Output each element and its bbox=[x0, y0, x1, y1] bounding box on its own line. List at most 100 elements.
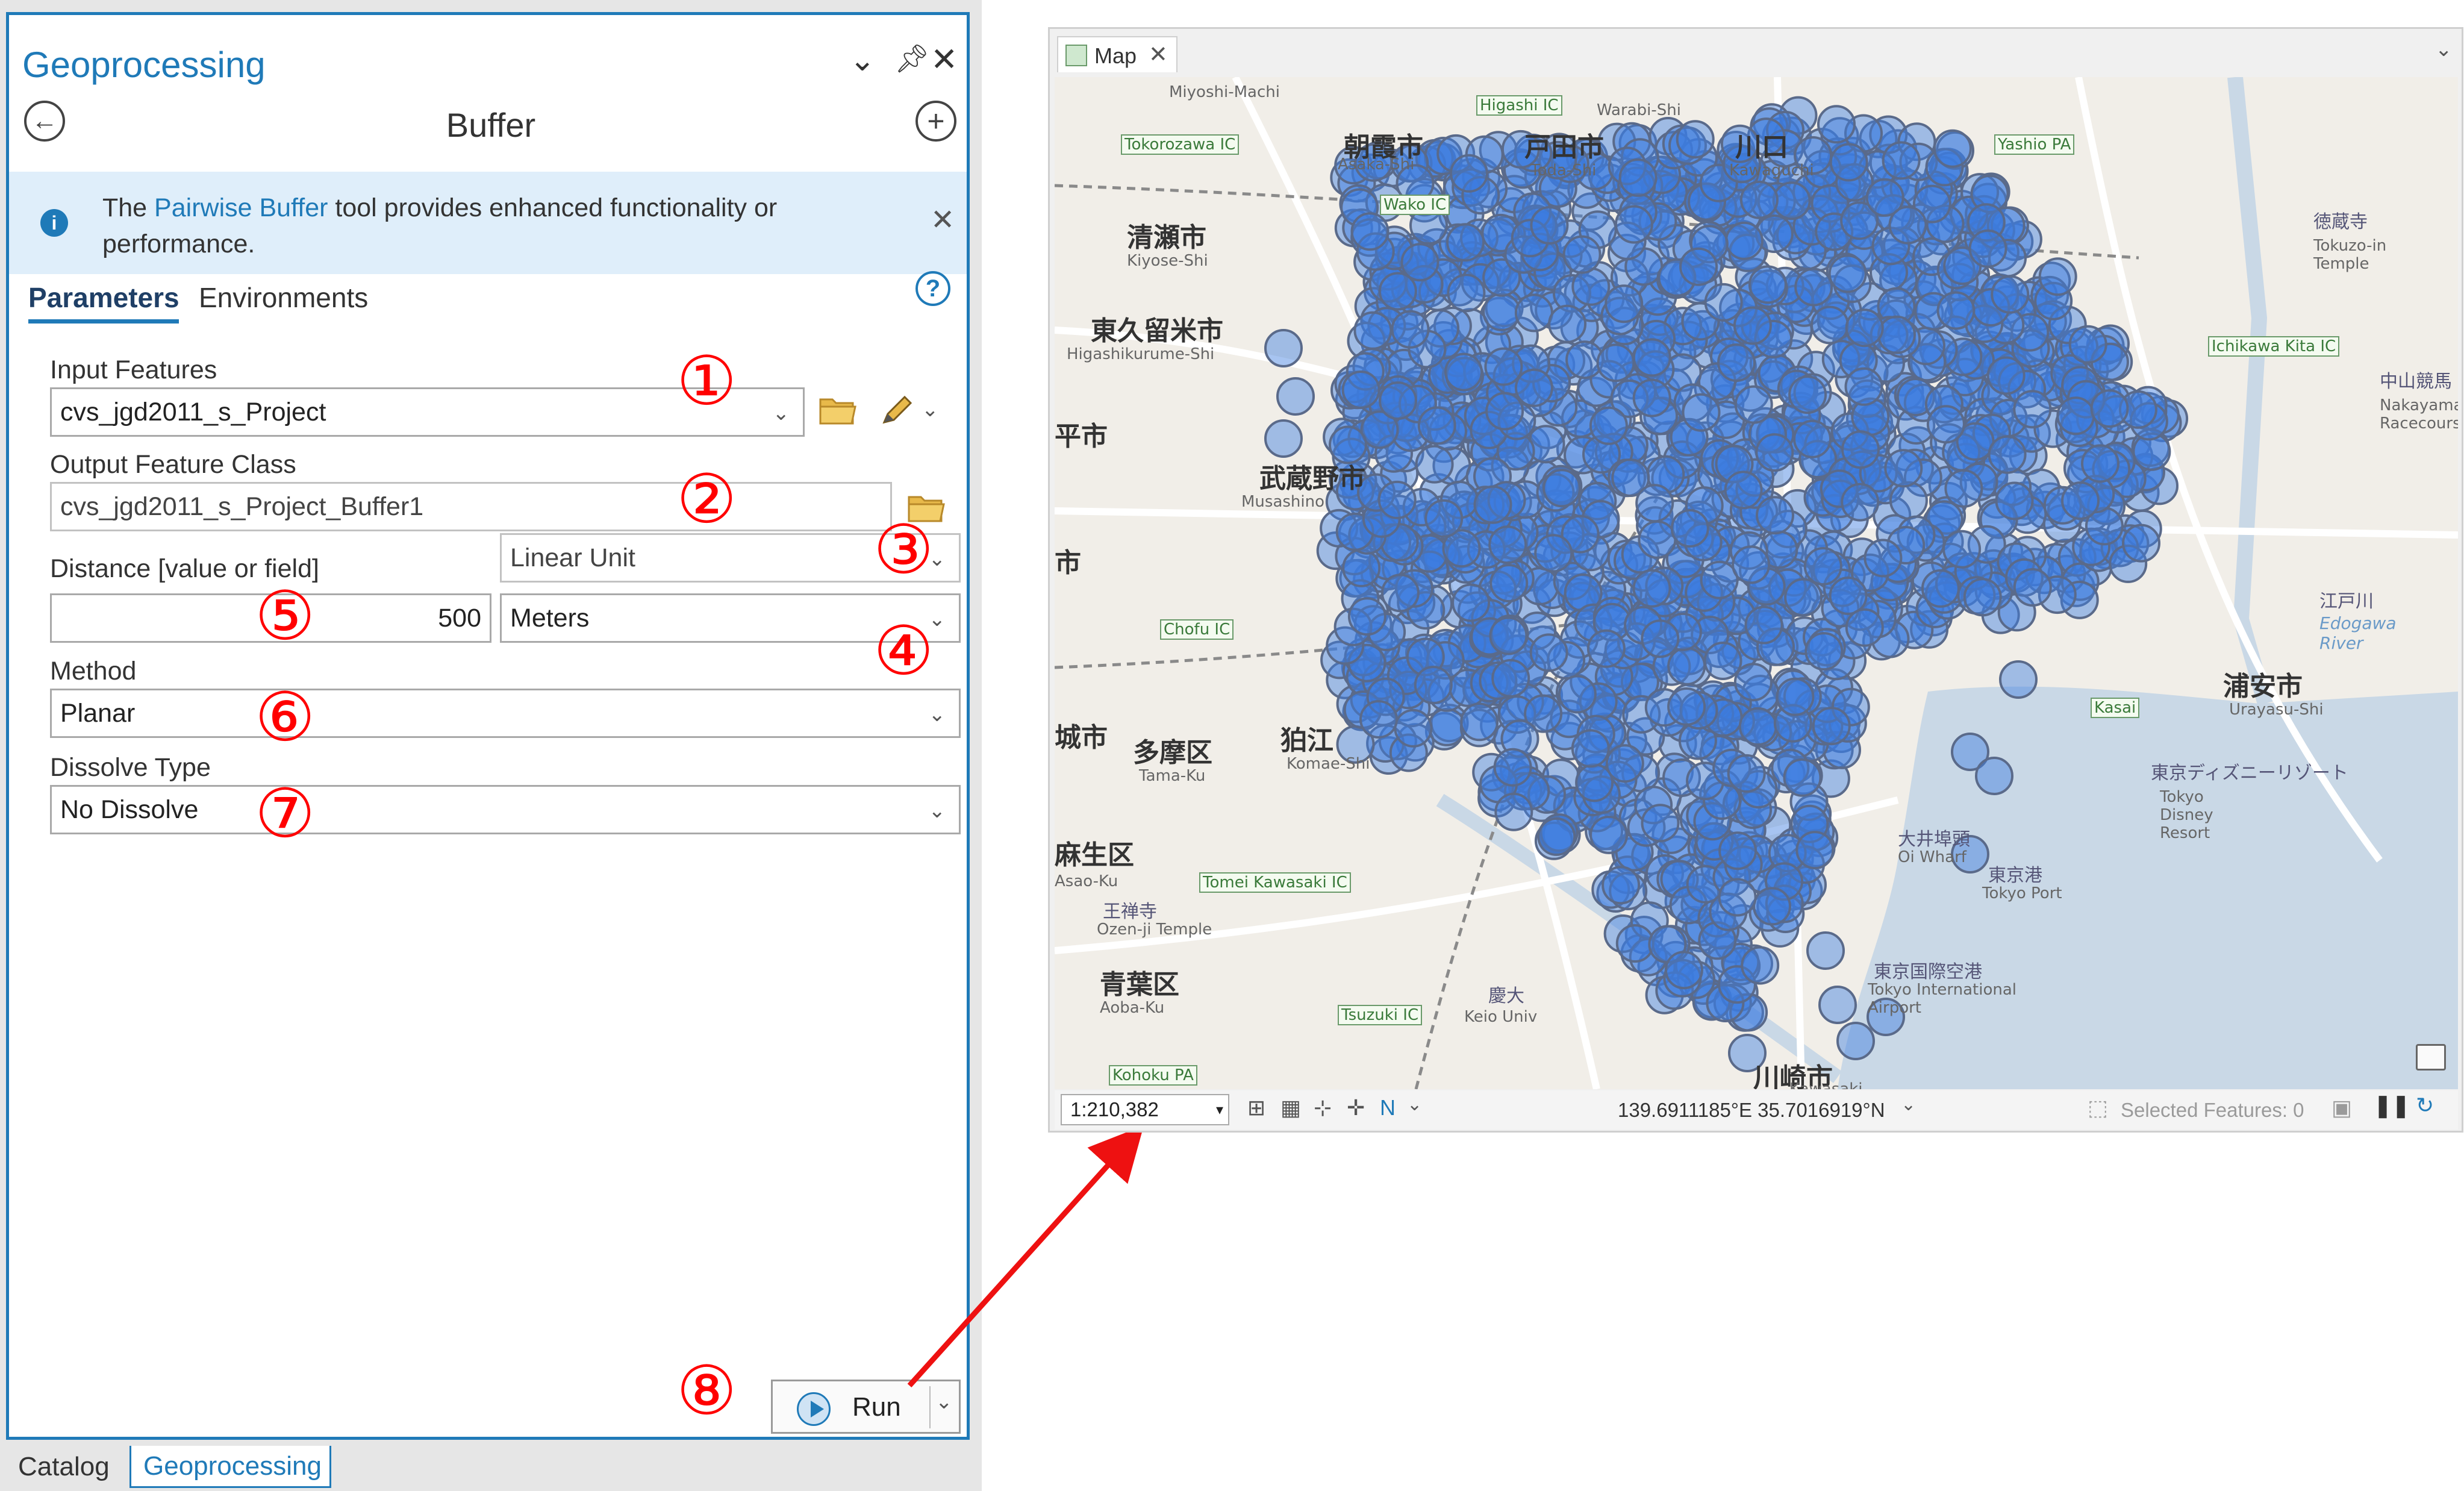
buffer-polygon bbox=[1460, 702, 1499, 742]
map-label: 大井埠頭 bbox=[1898, 829, 1970, 850]
buffer-polygon bbox=[2013, 390, 2052, 429]
north-arrow-icon[interactable]: N bbox=[1380, 1095, 1396, 1121]
map-tab-title: Map bbox=[1094, 43, 1137, 68]
buffer-polygon bbox=[1944, 469, 1983, 508]
buffer-polygon bbox=[1670, 509, 1709, 548]
buffer-polygon bbox=[1803, 547, 1842, 586]
buffer-polygon bbox=[1942, 530, 1982, 569]
buffer-polygon bbox=[1615, 924, 1655, 963]
buffer-polygon bbox=[1999, 660, 2038, 699]
buffer-polygon bbox=[1452, 583, 1491, 622]
refresh-table-icon: ▣ bbox=[2331, 1095, 2353, 1120]
buffer-polygon bbox=[1380, 574, 1420, 613]
buffer-polygon bbox=[1788, 375, 1827, 414]
grid-icon[interactable]: ▦ bbox=[1280, 1095, 1301, 1121]
map-label: Ozen-ji Temple bbox=[1097, 921, 1212, 939]
buffer-polygon bbox=[1446, 223, 1485, 262]
buffer-polygon bbox=[1718, 831, 1758, 871]
map-label: Tokuzo-in Temple bbox=[2313, 237, 2387, 273]
buffer-polygon bbox=[1347, 597, 1386, 636]
map-label: 武蔵野市 bbox=[1259, 463, 1365, 494]
map-tab-close-icon[interactable]: ✕ bbox=[1149, 41, 1168, 68]
map-label: Yashio PA bbox=[1994, 134, 2075, 155]
map-status-bar: 1:210,382 ▾ ⊞ ▦ ⊹ ✛ N ⌄ 139.6911185°E 35… bbox=[1055, 1090, 2458, 1130]
buffer-polygon bbox=[1562, 235, 1602, 274]
map-label: Oi Wharf bbox=[1898, 848, 1967, 866]
map-label: 戸田市 bbox=[1524, 132, 1604, 163]
buffer-polygon bbox=[1548, 304, 1587, 343]
buffer-polygon bbox=[1575, 763, 1614, 802]
tokyo-bay bbox=[1838, 686, 2458, 1089]
buffer-polygon bbox=[1882, 141, 1921, 180]
buffer-polygon bbox=[1489, 564, 1529, 602]
buffer-polygon bbox=[1491, 658, 1530, 698]
buffer-polygon bbox=[1772, 181, 1811, 220]
selected-features-count: Selected Features: 0 bbox=[2121, 1099, 2304, 1121]
buffer-polygon bbox=[2038, 257, 2077, 296]
buffer-polygon bbox=[1988, 435, 2027, 474]
map-label: Tokyo Disney Resort bbox=[2160, 788, 2213, 842]
buffer-polygon bbox=[1632, 378, 1671, 417]
buffer-polygon bbox=[1379, 381, 1417, 420]
buffer-polygon bbox=[1877, 315, 1916, 354]
map-canvas[interactable]: 朝霞市 戸田市 川口 清瀬市 東久留米市 武蔵野市 平市 市 浦安市 多摩区 狛… bbox=[1055, 77, 2458, 1089]
buffer-polygon bbox=[1534, 534, 1573, 573]
buffer-polygon bbox=[1784, 578, 1823, 617]
map-label: Tomei Kawasaki IC bbox=[1199, 872, 1351, 893]
chevron-down-icon[interactable]: ⌄ bbox=[1407, 1094, 1422, 1115]
coordinate-format-dropdown-icon[interactable]: ⌄ bbox=[1901, 1094, 1916, 1115]
crosshair-icon[interactable]: ✛ bbox=[1347, 1095, 1365, 1121]
buffer-polygon bbox=[1812, 707, 1851, 746]
buffer-polygon bbox=[1718, 878, 1757, 917]
map-label: 東久留米市 bbox=[1091, 316, 1223, 346]
buffer-polygon bbox=[1571, 267, 1611, 306]
buffer-polygon bbox=[1350, 212, 1390, 251]
buffer-polygon bbox=[1664, 951, 1703, 990]
buffer-polygon bbox=[1748, 265, 1787, 304]
map-label: Urayasu-Shi bbox=[2229, 701, 2324, 719]
map-overflow-icon[interactable] bbox=[2416, 1044, 2446, 1071]
buffer-polygon bbox=[1484, 347, 1523, 386]
buffer-polygon bbox=[1741, 946, 1780, 985]
buffer-polygon bbox=[1485, 392, 1524, 431]
map-label: 城市 bbox=[1055, 722, 1108, 753]
refresh-icon[interactable]: ↻ bbox=[2416, 1093, 2434, 1118]
buffer-polygon bbox=[1377, 480, 1417, 519]
map-label: 江戸川 bbox=[2319, 591, 2374, 612]
scale-select[interactable]: 1:210,382 ▾ bbox=[1061, 1094, 1229, 1125]
buffer-polygon bbox=[1845, 308, 1884, 348]
buffer-polygon bbox=[1632, 338, 1671, 377]
pause-icon[interactable]: ❚❚ bbox=[2374, 1093, 2410, 1118]
buffer-polygon bbox=[1494, 792, 1533, 831]
buffer-polygon bbox=[1589, 406, 1628, 445]
buffer-polygon bbox=[1734, 385, 1773, 424]
buffer-polygon bbox=[2122, 524, 2160, 563]
map-tab[interactable]: Map ✕ bbox=[1057, 36, 1177, 72]
map-tabs-overflow-icon[interactable]: ⌄ bbox=[2435, 37, 2453, 61]
chevron-down-icon[interactable]: ▾ bbox=[1216, 1101, 1223, 1119]
snapping-icon[interactable]: ⊹ bbox=[1314, 1095, 1332, 1121]
buffer-polygon bbox=[1975, 757, 2013, 795]
map-label: 平市 bbox=[1055, 421, 1108, 452]
map-label: 青葉区 bbox=[1100, 969, 1179, 1000]
buffer-polygon bbox=[1933, 129, 1972, 168]
map-label: 川口 bbox=[1735, 132, 1788, 163]
buffer-polygon bbox=[1793, 419, 1832, 458]
buffer-polygon bbox=[1514, 293, 1553, 333]
buffer-polygon bbox=[1493, 748, 1532, 787]
buffer-polygon bbox=[1753, 887, 1791, 926]
buffer-polygon bbox=[1638, 520, 1677, 559]
buffer-polygon bbox=[1732, 545, 1771, 584]
buffer-polygon bbox=[1473, 485, 1512, 524]
fixed-zoom-icon[interactable]: ⊞ bbox=[1247, 1095, 1265, 1121]
buffer-polygon bbox=[1391, 310, 1430, 349]
buffer-polygon bbox=[1353, 311, 1393, 350]
map-label: Asao-Ku bbox=[1055, 872, 1118, 890]
map-label: Tsuzuki IC bbox=[1338, 1005, 1423, 1025]
buffer-polygon bbox=[1744, 605, 1783, 645]
map-label: Higashikurume-Shi bbox=[1067, 345, 1215, 363]
buffer-polygon bbox=[1417, 406, 1456, 445]
buffer-polygon bbox=[1836, 1022, 1875, 1060]
buffer-polygon bbox=[1936, 291, 1976, 330]
map-label: 徳蔵寺 bbox=[2313, 211, 2368, 233]
